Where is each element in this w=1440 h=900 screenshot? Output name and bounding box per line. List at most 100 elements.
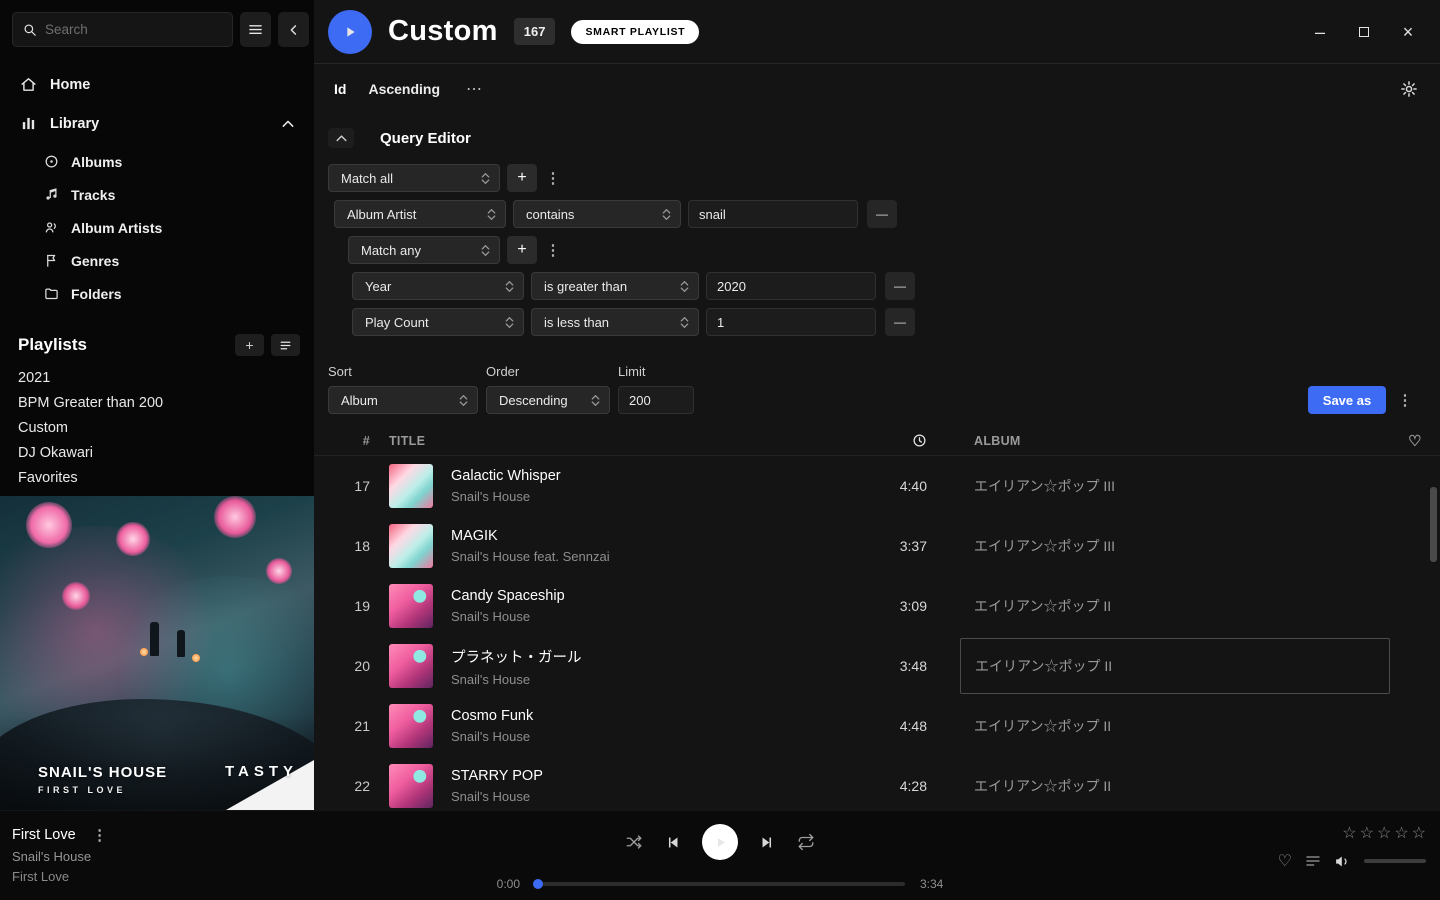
list-icon bbox=[279, 339, 292, 352]
track-row-selected[interactable]: 20 プラネット・ガール Snail's House 3:48 エイリアン☆ポッ… bbox=[314, 636, 1440, 696]
track-album-focused-cell[interactable]: エイリアン☆ポップ II bbox=[960, 638, 1390, 694]
limit-input[interactable] bbox=[618, 386, 694, 414]
search-box[interactable] bbox=[12, 12, 233, 47]
track-title: Galactic Whisper bbox=[451, 468, 847, 484]
rule-field-select[interactable]: Album Artist bbox=[334, 200, 506, 228]
track-row[interactable]: 21 Cosmo Funk Snail's House 4:48 エイリアン☆ポ… bbox=[314, 696, 1440, 756]
playlist-item-custom[interactable]: Custom bbox=[0, 416, 314, 441]
chevron-up-icon[interactable] bbox=[282, 120, 294, 128]
volume-slider[interactable] bbox=[1364, 859, 1426, 863]
add-playlist-button[interactable]: + bbox=[235, 334, 264, 356]
remove-rule-button[interactable]: — bbox=[885, 272, 915, 300]
add-rule-button[interactable]: + bbox=[507, 236, 537, 264]
now-playing-menu-icon[interactable]: ⋮ bbox=[91, 826, 109, 844]
more-options-icon[interactable]: ⋯ bbox=[466, 79, 483, 99]
art-caption: SNAIL'S HOUSE FIRST LOVE bbox=[38, 764, 167, 795]
next-track-button[interactable] bbox=[759, 834, 776, 851]
scrollbar-thumb[interactable] bbox=[1430, 487, 1437, 562]
sort-field-button[interactable]: Id bbox=[334, 81, 346, 97]
remove-rule-button[interactable]: — bbox=[867, 200, 897, 228]
sidebar-item-library[interactable]: Library bbox=[0, 104, 314, 143]
settings-gear-icon[interactable] bbox=[1400, 80, 1418, 98]
rule-value-input[interactable] bbox=[706, 308, 876, 336]
previous-track-button[interactable] bbox=[664, 834, 681, 851]
match-any-select[interactable]: Match any bbox=[348, 236, 500, 264]
column-number[interactable]: # bbox=[314, 434, 370, 448]
play-pause-button[interactable] bbox=[702, 824, 738, 860]
star-icon[interactable]: ☆ bbox=[1394, 823, 1408, 843]
group-menu-icon[interactable]: ⋮ bbox=[544, 241, 562, 259]
star-icon[interactable]: ☆ bbox=[1342, 823, 1356, 843]
rule-operator-select[interactable]: is less than bbox=[531, 308, 699, 336]
column-title[interactable]: TITLE bbox=[389, 434, 847, 448]
sidebar-item-genres[interactable]: Genres bbox=[44, 244, 314, 277]
collapse-query-editor-button[interactable] bbox=[328, 128, 354, 148]
playlist-item-2021[interactable]: 2021 bbox=[0, 366, 314, 391]
playlist-list-button[interactable] bbox=[271, 334, 300, 356]
track-count-badge: 167 bbox=[514, 18, 556, 45]
select-carets-icon bbox=[680, 317, 689, 328]
sidebar-item-folders[interactable]: Folders bbox=[44, 277, 314, 310]
track-row[interactable]: 17 Galactic Whisper Snail's House 4:40 エ… bbox=[314, 456, 1440, 516]
rule-field-select[interactable]: Play Count bbox=[352, 308, 524, 336]
track-duration: 3:09 bbox=[847, 598, 927, 614]
playlist-item-bpm[interactable]: BPM Greater than 200 bbox=[0, 391, 314, 416]
sidebar-item-album-artists[interactable]: Album Artists bbox=[44, 211, 314, 244]
sidebar-item-albums[interactable]: Albums bbox=[44, 145, 314, 178]
playlist-item-dj-okawari[interactable]: DJ Okawari bbox=[0, 441, 314, 466]
tracklist-body: 17 Galactic Whisper Snail's House 4:40 エ… bbox=[314, 456, 1440, 810]
track-artist: Snail's House bbox=[451, 672, 847, 687]
playlist-item-favorites[interactable]: Favorites bbox=[0, 466, 314, 491]
match-all-select[interactable]: Match all bbox=[328, 164, 500, 192]
save-as-button[interactable]: Save as bbox=[1308, 386, 1386, 414]
queue-icon[interactable] bbox=[1305, 853, 1321, 869]
star-icon[interactable]: ☆ bbox=[1360, 823, 1374, 843]
group-menu-icon[interactable]: ⋮ bbox=[544, 169, 562, 187]
rule-operator-select[interactable]: is greater than bbox=[531, 272, 699, 300]
column-album[interactable]: ALBUM bbox=[960, 434, 1390, 448]
art-brand-logo: TASTY bbox=[225, 763, 298, 780]
back-button[interactable] bbox=[278, 12, 309, 47]
track-album: エイリアン☆ポップ II bbox=[960, 716, 1390, 736]
shuffle-button[interactable] bbox=[625, 833, 643, 851]
select-carets-icon bbox=[481, 245, 490, 256]
rule-value-input[interactable] bbox=[688, 200, 858, 228]
track-row[interactable]: 22 STARRY POP Snail's House 4:28 エイリアン☆ポ… bbox=[314, 756, 1440, 810]
star-icon[interactable]: ☆ bbox=[1377, 823, 1391, 843]
order-select[interactable]: Descending bbox=[486, 386, 610, 414]
query-rule-play-count: Play Count is less than bbox=[352, 308, 1440, 336]
repeat-button[interactable] bbox=[797, 833, 815, 851]
column-duration[interactable] bbox=[847, 433, 927, 448]
query-rule-album-artist: Album Artist contains bbox=[334, 200, 1440, 228]
track-row[interactable]: 18 MAGIK Snail's House feat. Sennzai 3:3… bbox=[314, 516, 1440, 576]
sort-select[interactable]: Album bbox=[328, 386, 478, 414]
window-controls: – × bbox=[1312, 24, 1416, 40]
maximize-button[interactable] bbox=[1356, 24, 1372, 40]
star-icon[interactable]: ☆ bbox=[1412, 823, 1426, 843]
tracklist-header: # TITLE ALBUM ♡ bbox=[314, 426, 1440, 456]
order-label: Order bbox=[486, 364, 610, 379]
sidebar-item-home[interactable]: Home bbox=[0, 65, 314, 104]
seek-bar[interactable] bbox=[535, 882, 905, 886]
column-favorite[interactable]: ♡ bbox=[1390, 432, 1440, 450]
sort-direction-button[interactable]: Ascending bbox=[368, 81, 440, 97]
search-input[interactable] bbox=[45, 22, 222, 37]
rule-field-select[interactable]: Year bbox=[352, 272, 524, 300]
track-artist: Snail's House bbox=[451, 729, 847, 744]
play-playlist-button[interactable] bbox=[328, 10, 372, 54]
menu-button[interactable] bbox=[240, 12, 271, 47]
minimize-button[interactable]: – bbox=[1312, 24, 1328, 40]
favorite-heart-icon[interactable]: ♡ bbox=[1278, 851, 1292, 871]
select-carets-icon bbox=[662, 209, 671, 220]
sidebar-item-tracks[interactable]: Tracks bbox=[44, 178, 314, 211]
rule-operator-select[interactable]: contains bbox=[513, 200, 681, 228]
track-row[interactable]: 19 Candy Spaceship Snail's House 3:09 エイ… bbox=[314, 576, 1440, 636]
volume-icon[interactable] bbox=[1334, 853, 1351, 870]
rule-value-input[interactable] bbox=[706, 272, 876, 300]
remove-rule-button[interactable]: — bbox=[885, 308, 915, 336]
save-menu-icon[interactable]: ⋮ bbox=[1396, 386, 1414, 414]
close-button[interactable]: × bbox=[1400, 24, 1416, 40]
seek-handle[interactable] bbox=[533, 879, 543, 889]
add-rule-button[interactable]: + bbox=[507, 164, 537, 192]
playlist-list: 2021 BPM Greater than 200 Custom DJ Okaw… bbox=[0, 366, 314, 491]
